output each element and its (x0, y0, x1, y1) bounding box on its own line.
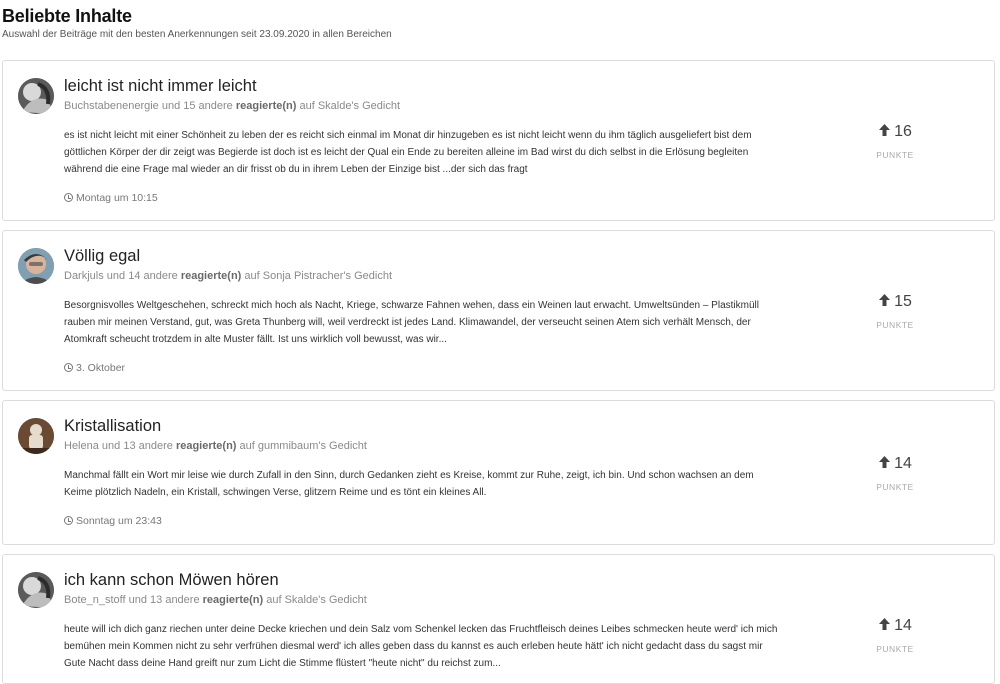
points-number: 15 (894, 293, 912, 310)
points-label: PUNKTE (876, 320, 914, 330)
points-number: 14 (894, 617, 912, 634)
post-excerpt: Manchmal fällt ein Wort mir leise wie du… (64, 470, 754, 498)
points-number: 14 (894, 455, 912, 472)
reaction-users[interactable]: Helena und 13 andere (64, 440, 173, 452)
arrow-up-icon (878, 123, 891, 142)
content-card: ich kann schon Möwen hören Bote_n_stoff … (2, 554, 995, 684)
points-box: 14 PUNKTE (865, 617, 925, 654)
post-excerpt: heute will ich dich ganz riechen unter d… (64, 624, 778, 669)
page-header: Beliebte Inhalte Auswahl der Beiträge mi… (2, 6, 392, 40)
post-title-link[interactable]: Kristallisation (64, 417, 161, 436)
reaction-target[interactable]: auf Sonja Pistracher's Gedicht (244, 270, 392, 282)
reaction-users[interactable]: Darkjuls und 14 andere (64, 270, 178, 282)
reaction-action: reagierte(n) (235, 100, 297, 112)
reaction-target[interactable]: auf Skalde's Gedicht (266, 594, 367, 606)
post-title-link[interactable]: ich kann schon Möwen hören (64, 571, 279, 590)
points-value: 14 (865, 617, 925, 636)
reaction-action: reagierte(n) (175, 440, 237, 452)
reaction-target[interactable]: auf gummibaum's Gedicht (240, 440, 367, 452)
post-time: Montag um 10:15 (64, 192, 158, 204)
points-box: 16 PUNKTE (865, 123, 925, 160)
arrow-up-icon (878, 617, 891, 636)
content-card: Völlig egal Darkjuls und 14 andere reagi… (2, 230, 995, 391)
reaction-target[interactable]: auf Skalde's Gedicht (299, 100, 400, 112)
avatar[interactable] (18, 78, 54, 114)
points-value: 14 (865, 455, 925, 474)
post-title-link[interactable]: leicht ist nicht immer leicht (64, 77, 257, 96)
points-label: PUNKTE (876, 482, 914, 492)
arrow-up-icon (878, 455, 891, 474)
points-label: PUNKTE (876, 644, 914, 654)
points-value: 15 (865, 293, 925, 312)
post-time: Sonntag um 23:43 (64, 515, 162, 527)
reaction-action: reagierte(n) (202, 594, 264, 606)
post-time-text: Sonntag um 23:43 (76, 515, 162, 527)
page-title: Beliebte Inhalte (2, 6, 132, 26)
post-title-link[interactable]: Völlig egal (64, 247, 140, 266)
avatar[interactable] (18, 572, 54, 608)
clock-icon (64, 193, 73, 202)
content-card: leicht ist nicht immer leicht Buchstaben… (2, 60, 995, 221)
clock-icon (64, 363, 73, 372)
reaction-meta: Buchstabenenergie und 15 andere reagiert… (64, 100, 400, 112)
reaction-users[interactable]: Buchstabenenergie und 15 andere (64, 100, 233, 112)
clock-icon (64, 516, 73, 525)
points-value: 16 (865, 123, 925, 142)
content-card: Kristallisation Helena und 13 andere rea… (2, 400, 995, 545)
avatar[interactable] (18, 248, 54, 284)
points-box: 14 PUNKTE (865, 455, 925, 492)
reaction-users[interactable]: Bote_n_stoff und 13 andere (64, 594, 200, 606)
post-time-text: 3. Oktober (76, 362, 126, 374)
points-number: 16 (894, 123, 912, 140)
points-box: 15 PUNKTE (865, 293, 925, 330)
points-label: PUNKTE (876, 150, 914, 160)
avatar[interactable] (18, 418, 54, 454)
reaction-meta: Bote_n_stoff und 13 andere reagierte(n) … (64, 594, 367, 606)
post-excerpt: Besorgnisvolles Weltgeschehen, schreckt … (64, 300, 759, 345)
reaction-meta: Darkjuls und 14 andere reagierte(n) auf … (64, 270, 392, 282)
page-subtitle: Auswahl der Beiträge mit den besten Aner… (2, 29, 392, 40)
arrow-up-icon (878, 293, 891, 312)
post-time-text: Montag um 10:15 (76, 192, 158, 204)
post-time: 3. Oktober (64, 362, 125, 374)
post-excerpt: es ist nicht leicht mit einer Schönheit … (64, 130, 752, 175)
reaction-meta: Helena und 13 andere reagierte(n) auf gu… (64, 440, 367, 452)
reaction-action: reagierte(n) (180, 270, 242, 282)
